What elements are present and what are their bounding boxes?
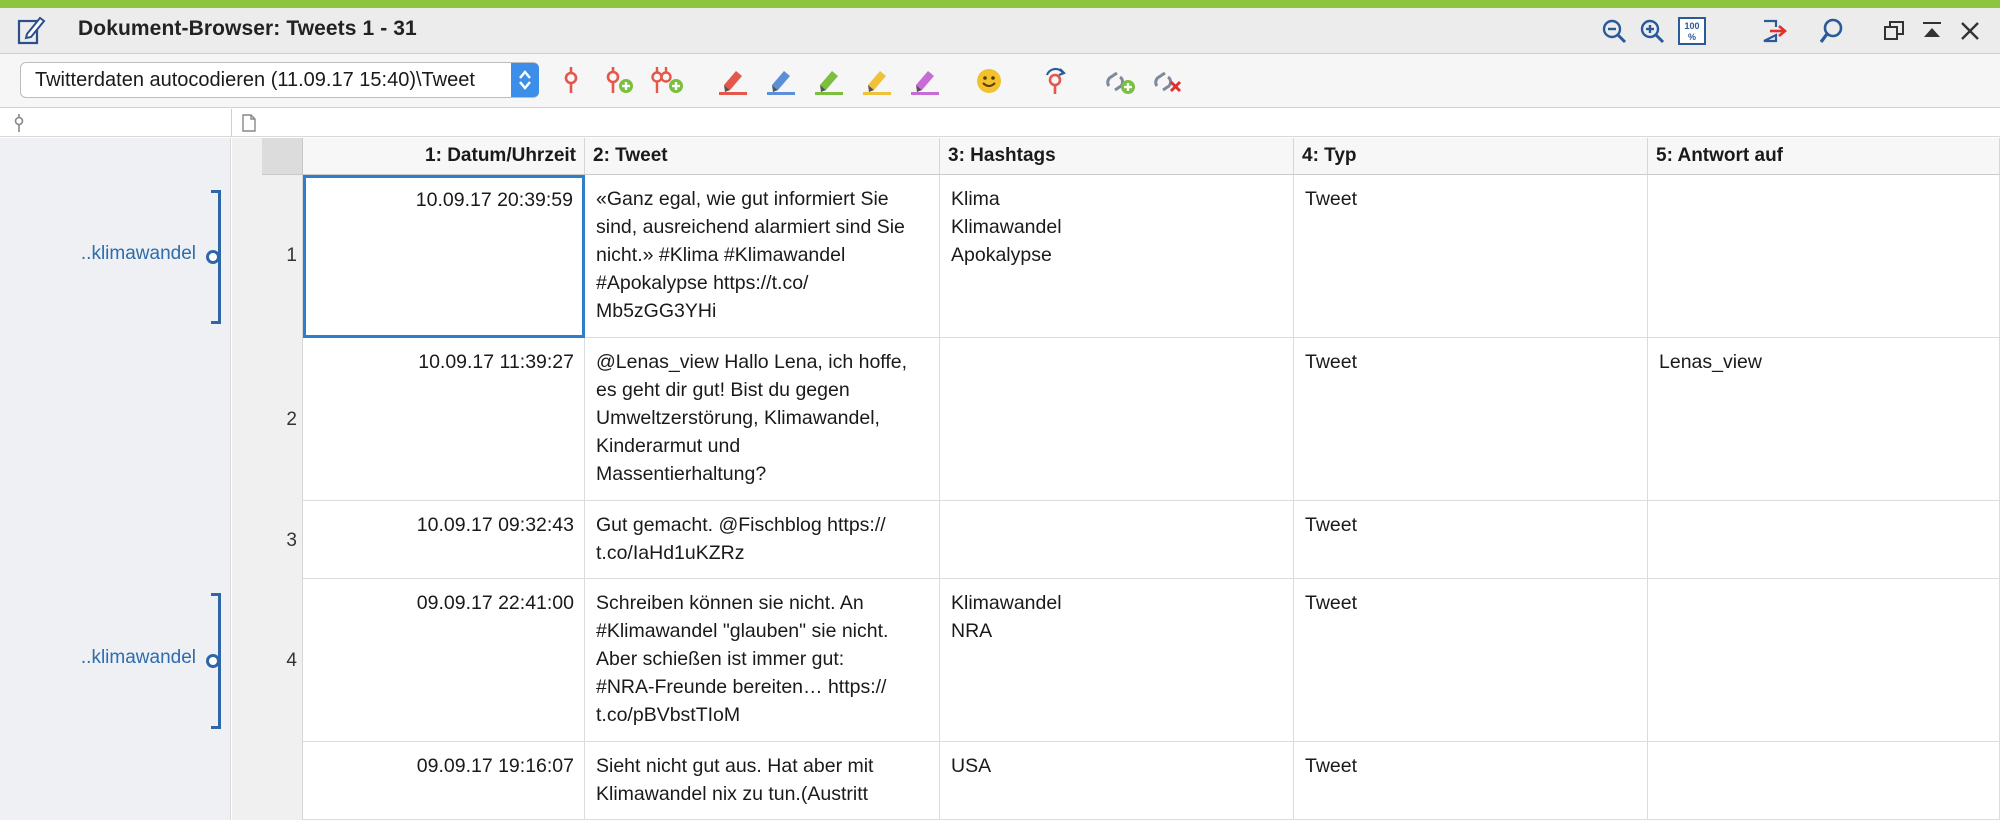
table-cell-hashtags[interactable]: Klimawandel NRA <box>940 579 1294 742</box>
window-accent-bar <box>0 0 2000 8</box>
table-cell-typ[interactable]: Tweet <box>1294 338 1648 501</box>
window-title: Dokument-Browser: Tweets 1 - 31 <box>78 17 417 40</box>
column-header-antwort[interactable]: 5: Antwort auf <box>1648 138 2000 175</box>
column-header-datum[interactable]: 1: Datum/Uhrzeit <box>303 138 585 175</box>
svg-text:100: 100 <box>1684 21 1699 31</box>
table-corner[interactable] <box>262 138 303 175</box>
table-cell-datum[interactable]: 10.09.17 20:39:59 <box>303 175 585 338</box>
table-cell-antwort[interactable]: Lenas_view <box>1648 338 2000 501</box>
highlighter-yellow-icon[interactable] <box>858 62 896 100</box>
collapse-icon[interactable] <box>1916 15 1948 47</box>
table-cell-datum[interactable]: 09.09.17 22:41:00 <box>303 579 585 742</box>
code-multi-add-icon[interactable] <box>648 62 686 100</box>
table-cell-antwort[interactable] <box>1648 175 2000 338</box>
table-cell-hashtags[interactable]: Klima Klimawandel Apokalypse <box>940 175 1294 338</box>
table-cell-datum[interactable]: 09.09.17 19:16:07 <box>303 742 585 820</box>
column-header-tweet[interactable]: 2: Tweet <box>585 138 940 175</box>
table-cell-tweet[interactable]: Sieht nicht gut aus. Hat aber mit Klimaw… <box>585 742 940 820</box>
table-cell-antwort[interactable] <box>1648 742 2000 820</box>
column-info-strip <box>0 109 2000 137</box>
code-label[interactable]: ..klimawandel <box>81 647 196 669</box>
table-cell-typ[interactable]: Tweet <box>1294 175 1648 338</box>
filter-divider <box>231 109 232 137</box>
zoom-in-icon[interactable] <box>1636 15 1668 47</box>
window-titlebar: Dokument-Browser: Tweets 1 - 31 100% <box>0 8 2000 54</box>
highlighter-green-icon[interactable] <box>810 62 848 100</box>
table-cell-datum[interactable]: 10.09.17 11:39:27 <box>303 338 585 501</box>
highlighter-blue-icon[interactable] <box>762 62 800 100</box>
highlighter-purple-icon[interactable] <box>906 62 944 100</box>
edit-document-icon <box>16 14 46 46</box>
restore-window-icon[interactable] <box>1878 15 1910 47</box>
code-undo-icon[interactable] <box>1036 62 1074 100</box>
table-cell-tweet[interactable]: Gut gemacht. @Fischblog https:// t.co/Ia… <box>585 501 940 579</box>
close-icon[interactable] <box>1954 15 1986 47</box>
code-filter-icon[interactable] <box>12 113 26 138</box>
code-icon[interactable] <box>552 62 590 100</box>
document-table: 1: Datum/Uhrzeit 2: Tweet 3: Hashtags 4:… <box>262 138 2000 820</box>
emoticon-icon[interactable] <box>970 62 1008 100</box>
column-header-typ[interactable]: 4: Typ <box>1294 138 1648 175</box>
document-icon <box>241 113 257 138</box>
table-cell-typ[interactable]: Tweet <box>1294 501 1648 579</box>
table-cell-hashtags[interactable] <box>940 338 1294 501</box>
table-cell-tweet[interactable]: «Ganz egal, wie gut informiert Sie sind,… <box>585 175 940 338</box>
document-select[interactable]: Twitterdaten autocodieren (11.09.17 15:4… <box>20 62 539 98</box>
table-cell-antwort[interactable] <box>1648 579 2000 742</box>
table-cell-typ[interactable]: Tweet <box>1294 579 1648 742</box>
table-cell-datum[interactable]: 10.09.17 09:32:43 <box>303 501 585 579</box>
table-cell-hashtags[interactable]: USA <box>940 742 1294 820</box>
select-arrows-icon[interactable] <box>511 63 539 97</box>
zoom-100-icon[interactable]: 100% <box>1676 15 1708 47</box>
code-add-icon[interactable] <box>600 62 638 100</box>
table-cell-tweet[interactable]: @Lenas_view Hallo Lena, ich hoffe, es ge… <box>585 338 940 501</box>
code-node-icon[interactable] <box>206 654 220 668</box>
code-label[interactable]: ..klimawandel <box>81 243 196 265</box>
link-remove-icon[interactable] <box>1149 62 1187 100</box>
svg-text:%: % <box>1688 32 1696 42</box>
table-cell-typ[interactable]: Tweet <box>1294 742 1648 820</box>
highlighter-red-icon[interactable] <box>714 62 752 100</box>
table-cell-hashtags[interactable] <box>940 501 1294 579</box>
export-icon[interactable] <box>1758 15 1790 47</box>
table-cell-antwort[interactable] <box>1648 501 2000 579</box>
zoom-out-icon[interactable] <box>1598 15 1630 47</box>
search-icon[interactable] <box>1816 15 1848 47</box>
table-cell-tweet[interactable]: Schreiben können sie nicht. An #Klimawan… <box>585 579 940 742</box>
column-header-hashtags[interactable]: 3: Hashtags <box>940 138 1294 175</box>
coding-stripes-panel: ..klimawandel ..klimawandel <box>0 138 231 820</box>
link-add-icon[interactable] <box>1101 62 1139 100</box>
document-browser-toolbar: Twitterdaten autocodieren (11.09.17 15:4… <box>0 54 2000 108</box>
code-node-icon[interactable] <box>206 250 220 264</box>
